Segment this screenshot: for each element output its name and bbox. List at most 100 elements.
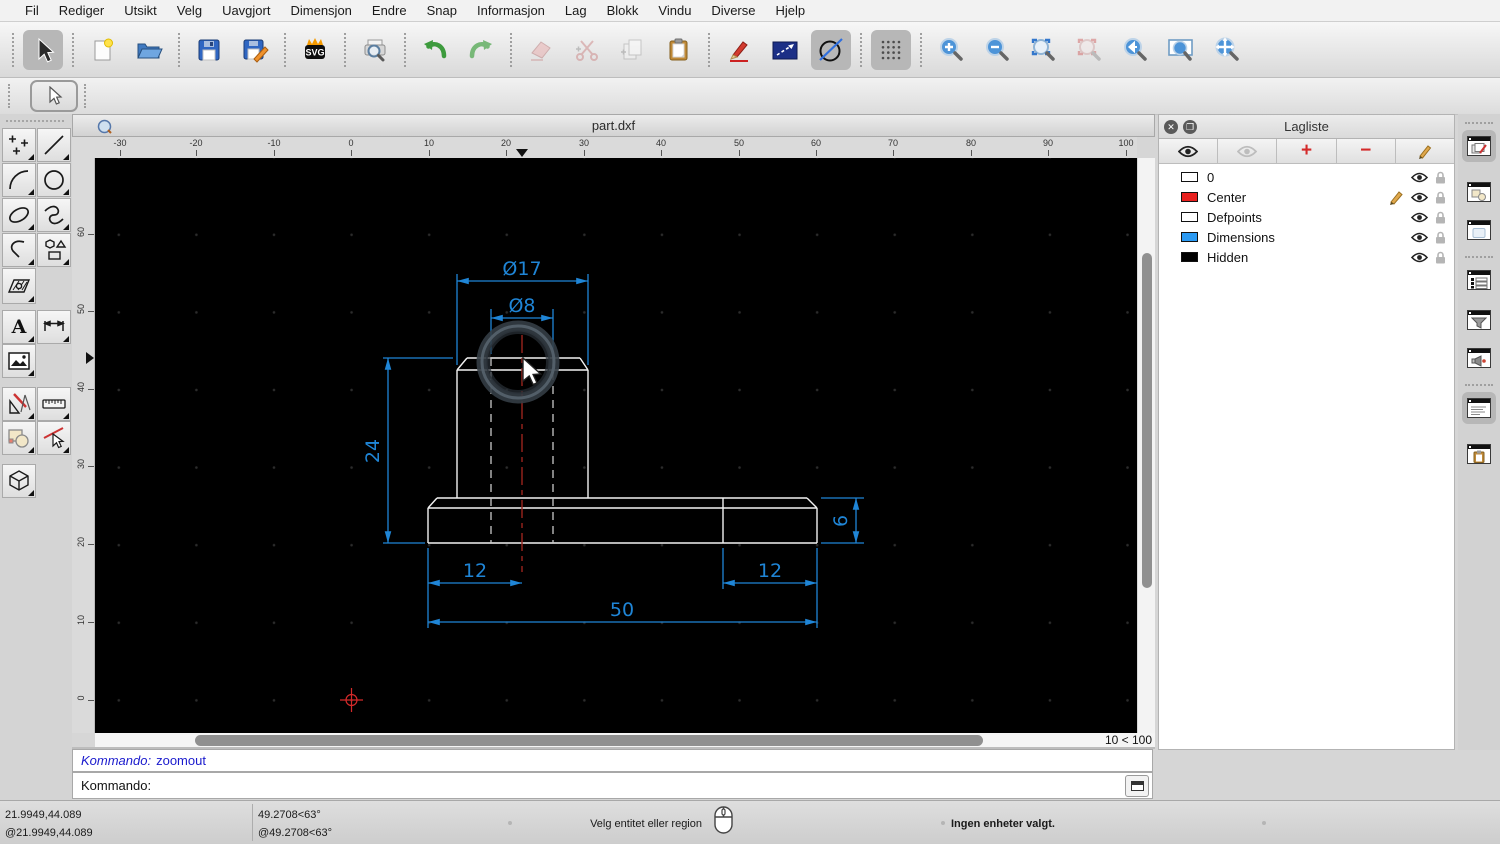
menu-rediger[interactable]: Rediger [49,3,115,18]
points-tool-button[interactable] [2,128,36,162]
eye-icon[interactable] [1411,252,1428,263]
polygon-shapes-tool-button[interactable] [37,233,71,267]
eye-icon[interactable] [1411,212,1428,223]
layer-row-dimensions[interactable]: Dimensions [1159,227,1454,247]
menu-blokk[interactable]: Blokk [597,3,649,18]
menu-fil[interactable]: Fil [15,3,49,18]
command-window-button[interactable] [1125,774,1149,797]
zoom-window-button[interactable] [1161,30,1201,70]
zoom-previous-button[interactable] [1115,30,1155,70]
line-tool-button[interactable] [37,128,71,162]
block-list-dock-button[interactable] [1462,176,1496,208]
layer-color-swatch[interactable] [1181,232,1198,242]
lock-icon[interactable] [1435,171,1446,184]
horizontal-scrollbar-thumb[interactable] [195,735,983,746]
menu-vindu[interactable]: Vindu [648,3,701,18]
hatch-tool-button[interactable] [2,268,36,304]
dimension-texts[interactable]: Ø17 Ø8 24 6 12 12 50 [362,258,852,621]
zoom-in-button[interactable] [931,30,971,70]
command-widget-dock-button[interactable] [1462,392,1496,424]
menu-endre[interactable]: Endre [362,3,417,18]
select-entity-tool-button[interactable] [37,421,71,455]
new-document-button[interactable] [83,30,123,70]
ellipse-tool-button[interactable] [2,198,36,232]
zoom-selection-button[interactable] [1069,30,1109,70]
layer-row-center[interactable]: Center [1159,187,1454,207]
open-file-button[interactable] [129,30,169,70]
layer-color-swatch[interactable] [1181,192,1198,202]
text-tool-button[interactable]: A [2,310,36,344]
menu-lag[interactable]: Lag [555,3,597,18]
draw-pen-button[interactable] [719,30,759,70]
vertical-scrollbar-thumb[interactable] [1142,253,1152,588]
document-window-titlebar[interactable]: part.dxf [72,114,1155,137]
save-button[interactable] [189,30,229,70]
selection-filter-dock-button[interactable] [1462,304,1496,336]
circle-tool-button[interactable] [37,163,71,197]
eye-icon[interactable] [1411,172,1428,183]
export-svg-button[interactable]: SVG [295,30,335,70]
cube-3d-tool-button[interactable] [2,464,36,498]
dimension-tool-button[interactable] [37,310,71,344]
clipboard-dock-button[interactable] [1462,438,1496,470]
drawing-svg[interactable]: Ø17 Ø8 24 6 12 12 50 [95,158,1137,733]
layer-list-dock-button[interactable] [1462,130,1496,162]
circle-line-button[interactable] [811,29,851,70]
spline-tool-button[interactable] [37,198,71,232]
eye-icon[interactable] [1411,192,1428,203]
edit-layer-button[interactable] [1395,139,1455,163]
cut-button[interactable] [567,30,607,70]
command-line[interactable]: Kommando: [72,772,1153,799]
dock-handle[interactable] [1465,122,1493,124]
dimension-lines[interactable] [383,274,864,628]
lock-icon[interactable] [1435,211,1446,224]
menu-utsikt[interactable]: Utsikt [114,3,167,18]
eye-icon[interactable] [1411,232,1428,243]
library-browser-dock-button[interactable] [1462,214,1496,246]
grid-toggle-button[interactable] [871,29,911,70]
layer-color-swatch[interactable] [1181,172,1198,182]
lock-icon[interactable] [1435,231,1446,244]
construction-tool-button[interactable] [2,387,36,421]
layer-panel-header[interactable]: Lagliste ✕ ❐ [1159,115,1454,139]
zoom-auto-button[interactable] [1023,30,1063,70]
menu-velg[interactable]: Velg [167,3,212,18]
close-icon[interactable]: ✕ [1164,119,1178,134]
arc-tool-button[interactable] [2,163,36,197]
menu-diverse[interactable]: Diverse [701,3,765,18]
show-all-layers-button[interactable] [1159,139,1219,163]
palette-handle[interactable] [6,120,64,122]
lock-icon[interactable] [1435,191,1446,204]
image-tool-button[interactable] [2,344,36,378]
layer-row-0[interactable]: 0 [1159,167,1454,187]
layer-row-hidden[interactable]: Hidden [1159,247,1454,267]
blocks-tool-button[interactable] [2,421,36,455]
lock-icon[interactable] [1435,251,1446,264]
horizontal-scrollbar[interactable]: 10 < 100 [95,733,1155,748]
delete-button[interactable] [521,30,561,70]
layer-row-defpoints[interactable]: Defpoints [1159,207,1454,227]
menu-informasjon[interactable]: Informasjon [467,3,555,18]
view-dock-button[interactable] [1462,342,1496,374]
measure-tool-button[interactable] [37,387,71,421]
layer-color-swatch[interactable] [1181,212,1198,222]
polyline-tool-button[interactable] [2,233,36,267]
entity-list-dock-button[interactable] [1462,264,1496,296]
float-panel-icon[interactable]: ❐ [1183,119,1197,134]
menu-snap[interactable]: Snap [417,3,467,18]
zoom-pan-button[interactable] [1207,30,1247,70]
print-preview-button[interactable] [355,30,395,70]
layer-color-swatch[interactable] [1181,252,1198,262]
zoom-out-button[interactable] [977,30,1017,70]
vertical-scrollbar[interactable] [1137,158,1155,733]
tool-option-select-button[interactable] [30,80,78,112]
menu-dimensjon[interactable]: Dimensjon [280,3,361,18]
add-layer-button[interactable]: + [1277,139,1337,163]
command-input[interactable] [156,777,1125,794]
undo-button[interactable] [415,30,455,70]
copy-button[interactable] [613,30,653,70]
hide-all-layers-button[interactable] [1218,139,1278,163]
drawing-canvas[interactable]: Ø17 Ø8 24 6 12 12 50 [95,158,1137,733]
select-pointer-button[interactable] [23,29,63,70]
paste-button[interactable] [659,30,699,70]
